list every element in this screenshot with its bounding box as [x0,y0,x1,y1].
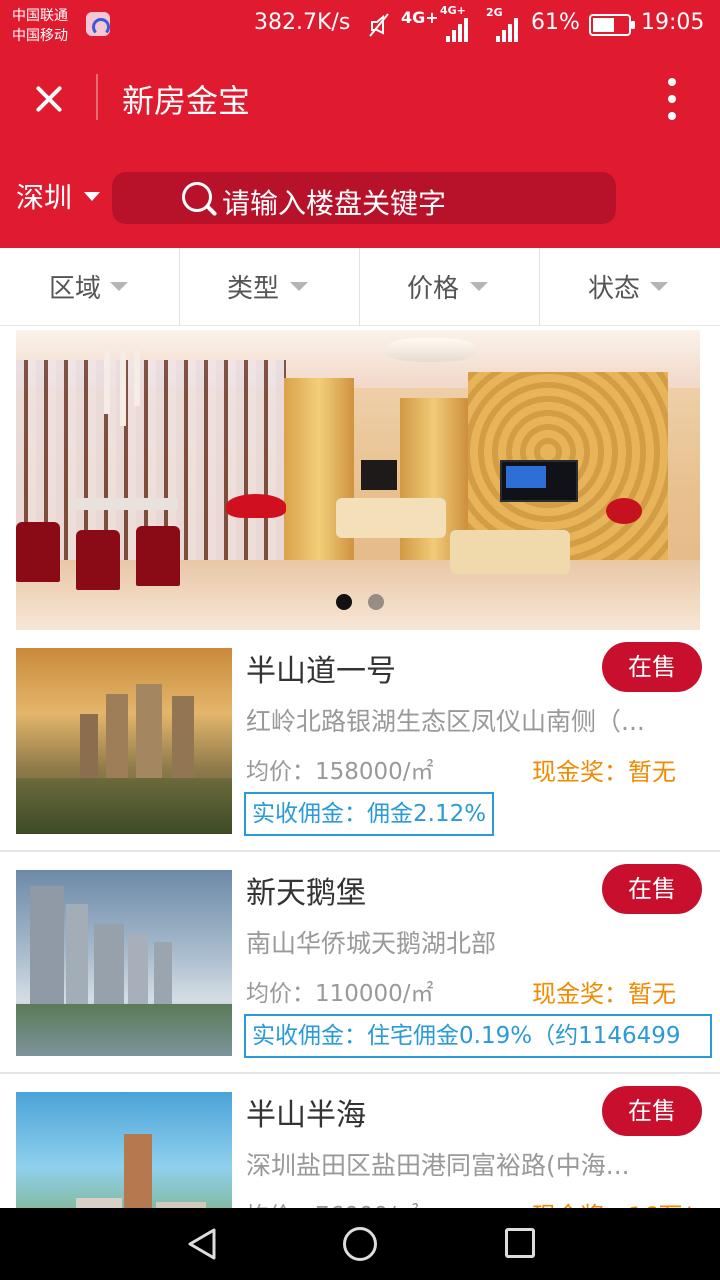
filter-region[interactable]: 区域 [0,248,180,326]
network-type-1: 4G+ [401,8,439,27]
chandelier-image [386,338,476,362]
app-header: 新房金宝 深圳 请输入楼盘关键字 [0,52,720,248]
property-address: 南山华侨城天鹅湖北部 [246,929,497,958]
property-address: 红岭北路银湖生态区凤仪山南侧（... [246,707,645,736]
carousel-indicator [336,594,396,614]
commission-tag: 实收佣金：佣金2.12% [244,792,495,836]
system-nav-bar [0,1208,720,1280]
average-price: 均价：110000/㎡ [246,981,434,1007]
caret-down-icon [290,282,308,291]
battery-percent: 61% [531,10,580,35]
caret-down-icon [650,282,668,291]
search-input[interactable]: 请输入楼盘关键字 [112,172,616,224]
tv-image [500,460,578,502]
property-name: 半山半海 [246,1098,366,1133]
filter-status[interactable]: 状态 [540,248,720,326]
caret-down-icon [110,282,128,291]
status-badge: 在售 [602,1086,702,1136]
carousel-dot[interactable] [336,594,352,610]
city-selector[interactable]: 深圳 [16,176,72,216]
filter-type-label: 类型 [227,274,280,304]
property-name: 半山道一号 [246,654,396,689]
caret-down-icon [470,282,488,291]
search-icon [180,180,220,220]
battery-icon [589,14,635,36]
list-item[interactable]: 新天鹅堡 在售 南山华侨城天鹅湖北部 均价：110000/㎡ 现金奖：暂无 实收… [0,852,720,1074]
property-thumbnail [16,648,232,834]
recent-apps-icon[interactable] [505,1228,535,1258]
banner-carousel[interactable] [16,330,700,630]
network-speed: 382.7K/s [254,10,351,35]
carrier-info: 中国联通 中国移动 [12,6,68,46]
city-caret-down-icon[interactable] [84,192,100,201]
cash-bonus: 现金奖：暂无 [532,980,676,1008]
filter-price-label: 价格 [407,274,460,304]
property-thumbnail [16,870,232,1056]
status-badge: 在售 [602,864,702,914]
filter-status-label: 状态 [588,274,641,304]
average-price: 均价：158000/㎡ [246,759,434,785]
carrier-2: 中国移动 [12,28,68,44]
cash-bonus: 现金奖：16万/ [532,1196,691,1208]
header-divider [96,74,98,120]
notification-app-icon [86,12,110,36]
filter-region-label: 区域 [49,274,102,304]
property-thumbnail [16,1092,232,1208]
signal-bars-2-icon [496,16,518,42]
average-price: 均价：76000/㎡ [246,1196,419,1208]
commission-tag: 实收佣金：住宅佣金0.19%（约1146499 [244,1014,712,1058]
home-circle-icon[interactable] [343,1227,377,1261]
page-title: 新房金宝 [122,82,251,120]
battery-level [593,18,614,32]
filter-price[interactable]: 价格 [360,248,540,326]
status-badge: 在售 [602,642,702,692]
carrier-1: 中国联通 [12,8,68,24]
property-name: 新天鹅堡 [246,876,366,911]
status-bar: 中国联通 中国移动 382.7K/s 4G+ 4G+ 2G 61% 19:05 [0,0,720,52]
mute-icon [369,13,389,37]
cash-bonus: 现金奖：暂无 [532,758,676,786]
property-address: 深圳盐田区盐田港同富裕路(中海... [246,1151,630,1180]
carousel-dot[interactable] [368,594,384,610]
back-triangle-icon[interactable] [184,1226,220,1262]
signal-bars-1-icon [446,16,468,42]
clock: 19:05 [641,10,705,35]
close-icon[interactable] [20,74,78,126]
more-vertical-icon[interactable] [656,72,688,126]
filter-type[interactable]: 类型 [180,248,360,326]
filter-bar: 区域 类型 价格 状态 [0,248,720,326]
list-item[interactable]: 半山道一号 在售 红岭北路银湖生态区凤仪山南侧（... 均价：158000/㎡ … [0,630,720,852]
list-item[interactable]: 半山半海 在售 深圳盐田区盐田港同富裕路(中海... 均价：76000/㎡ 现金… [0,1074,720,1208]
search-placeholder: 请输入楼盘关键字 [222,187,447,220]
